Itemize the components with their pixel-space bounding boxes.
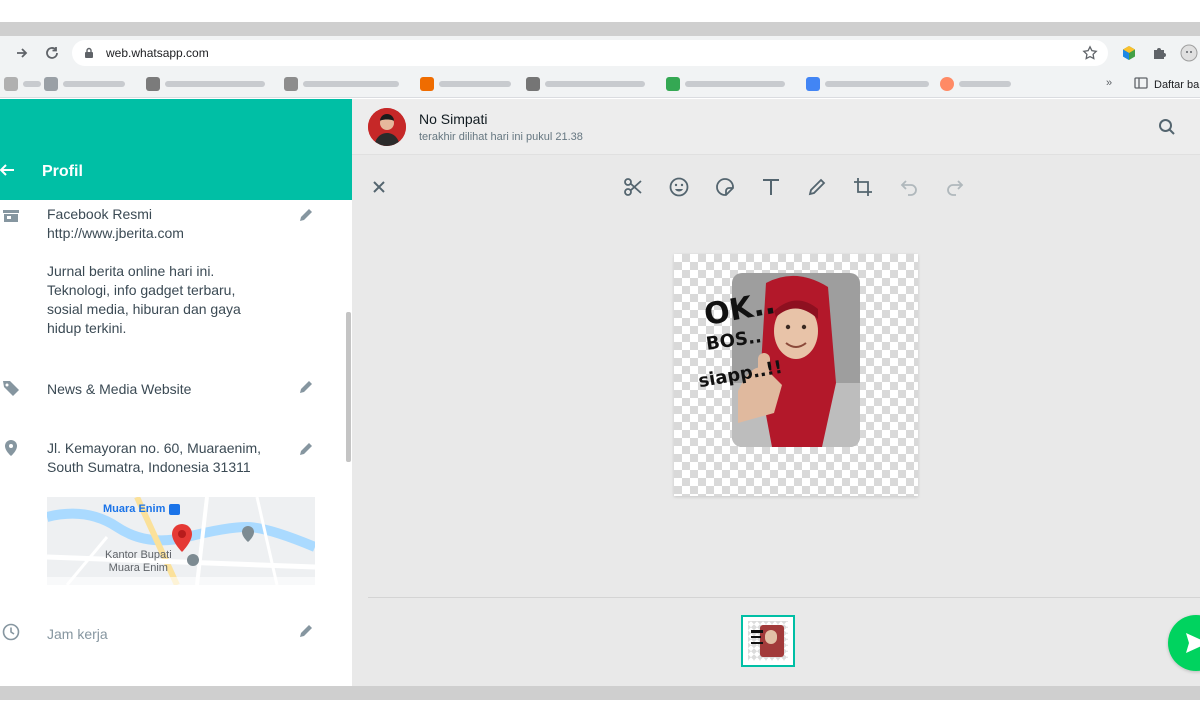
url-text: web.whatsapp.com [106, 46, 209, 60]
poi-icon [187, 554, 199, 566]
editor-divider [368, 597, 1200, 598]
bookmark-item[interactable] [4, 77, 41, 91]
map-marker-icon [171, 523, 193, 558]
profile-avatar-icon[interactable] [1180, 44, 1198, 62]
redo-icon[interactable] [944, 176, 966, 198]
extension-cube-icon[interactable] [1120, 44, 1138, 62]
bookmark-item[interactable] [44, 77, 125, 91]
search-icon[interactable] [1158, 118, 1176, 136]
address-bar[interactable]: web.whatsapp.com [72, 40, 1108, 66]
contact-name: No Simpati [419, 111, 488, 127]
sticker-icon[interactable] [714, 176, 736, 198]
store-icon [2, 207, 20, 225]
browser-toolbar: web.whatsapp.com [0, 36, 1200, 70]
window-bottom-edge [0, 686, 1200, 700]
bookmark-item[interactable] [526, 77, 645, 91]
profile-panel: Profil Facebook Resmi http://www.jberita… [0, 99, 352, 686]
chat-header[interactable]: No Simpati terakhir dilihat hari ini puk… [352, 99, 1200, 155]
profile-address: Jl. Kemayoran no. 60, Muaraenim, South S… [47, 440, 261, 475]
bookmark-item[interactable] [420, 77, 511, 91]
editor-toolbar [622, 176, 966, 198]
business-hours-field[interactable]: Jam kerja [47, 625, 108, 644]
bookmark-star-icon[interactable] [1082, 45, 1098, 61]
profile-header: Profil [0, 99, 352, 200]
back-arrow-icon[interactable] [0, 161, 16, 179]
lock-icon [84, 46, 98, 60]
bookmark-item[interactable] [146, 77, 265, 91]
scissors-icon[interactable] [622, 176, 644, 198]
screenshot-frame: web.whatsapp.com » Daftar ba Profil Face… [0, 0, 1200, 720]
profile-category: News & Media Website [47, 381, 192, 397]
reload-icon[interactable] [38, 39, 66, 67]
extensions-puzzle-icon[interactable] [1150, 44, 1168, 62]
reading-list-icon [1134, 76, 1148, 93]
bookmark-item[interactable] [666, 77, 785, 91]
edit-description-pencil-icon[interactable] [298, 207, 316, 225]
map-place-1: Muara Enim [103, 503, 166, 515]
poi-pin-icon [241, 525, 255, 548]
window-top-edge [0, 22, 1200, 36]
location-pin-icon [2, 439, 20, 457]
tag-icon [2, 379, 20, 397]
contact-avatar[interactable] [368, 108, 406, 146]
bookmark-item[interactable] [806, 77, 929, 91]
bookmarks-list-label: Daftar ba [1154, 78, 1200, 91]
map-place-2: Kantor Bupati Muara Enim [105, 549, 172, 574]
bookmark-item[interactable] [940, 77, 1011, 91]
bookmark-item[interactable] [284, 77, 399, 91]
profile-description: Facebook Resmi http://www.jberita.com Ju… [47, 206, 241, 336]
profile-title: Profil [42, 163, 83, 180]
send-arrow-icon [1186, 633, 1200, 653]
send-button[interactable] [1168, 615, 1200, 671]
sticker-canvas[interactable]: OK.. BOS.. siapp..!! [674, 254, 918, 496]
emoji-icon[interactable] [668, 176, 690, 198]
bookmarks-list-button[interactable]: Daftar ba [1134, 76, 1199, 93]
more-bookmarks-button[interactable]: » [1106, 77, 1112, 89]
transit-icon [169, 504, 180, 515]
contact-last-seen: terakhir dilihat hari ini pukul 21.38 [419, 131, 583, 143]
clock-icon [2, 623, 20, 641]
location-map[interactable]: Muara Enim Kantor Bupati Muara Enim [47, 497, 315, 585]
edit-address-pencil-icon[interactable] [298, 441, 316, 459]
pencil-icon[interactable] [806, 176, 828, 198]
text-icon[interactable] [760, 176, 782, 198]
crop-icon[interactable] [852, 176, 874, 198]
profile-scrollbar[interactable] [346, 312, 351, 462]
bookmarks-bar: » Daftar ba [0, 70, 1200, 98]
sticker-thumbnail[interactable] [741, 615, 795, 667]
close-icon[interactable] [370, 178, 388, 196]
chat-panel: No Simpati terakhir dilihat hari ini puk… [352, 99, 1200, 686]
undo-icon[interactable] [898, 176, 920, 198]
forward-arrow-icon[interactable] [8, 39, 36, 67]
thumbnail-preview [748, 621, 788, 661]
edit-category-pencil-icon[interactable] [298, 379, 316, 397]
edit-hours-pencil-icon[interactable] [298, 623, 316, 641]
